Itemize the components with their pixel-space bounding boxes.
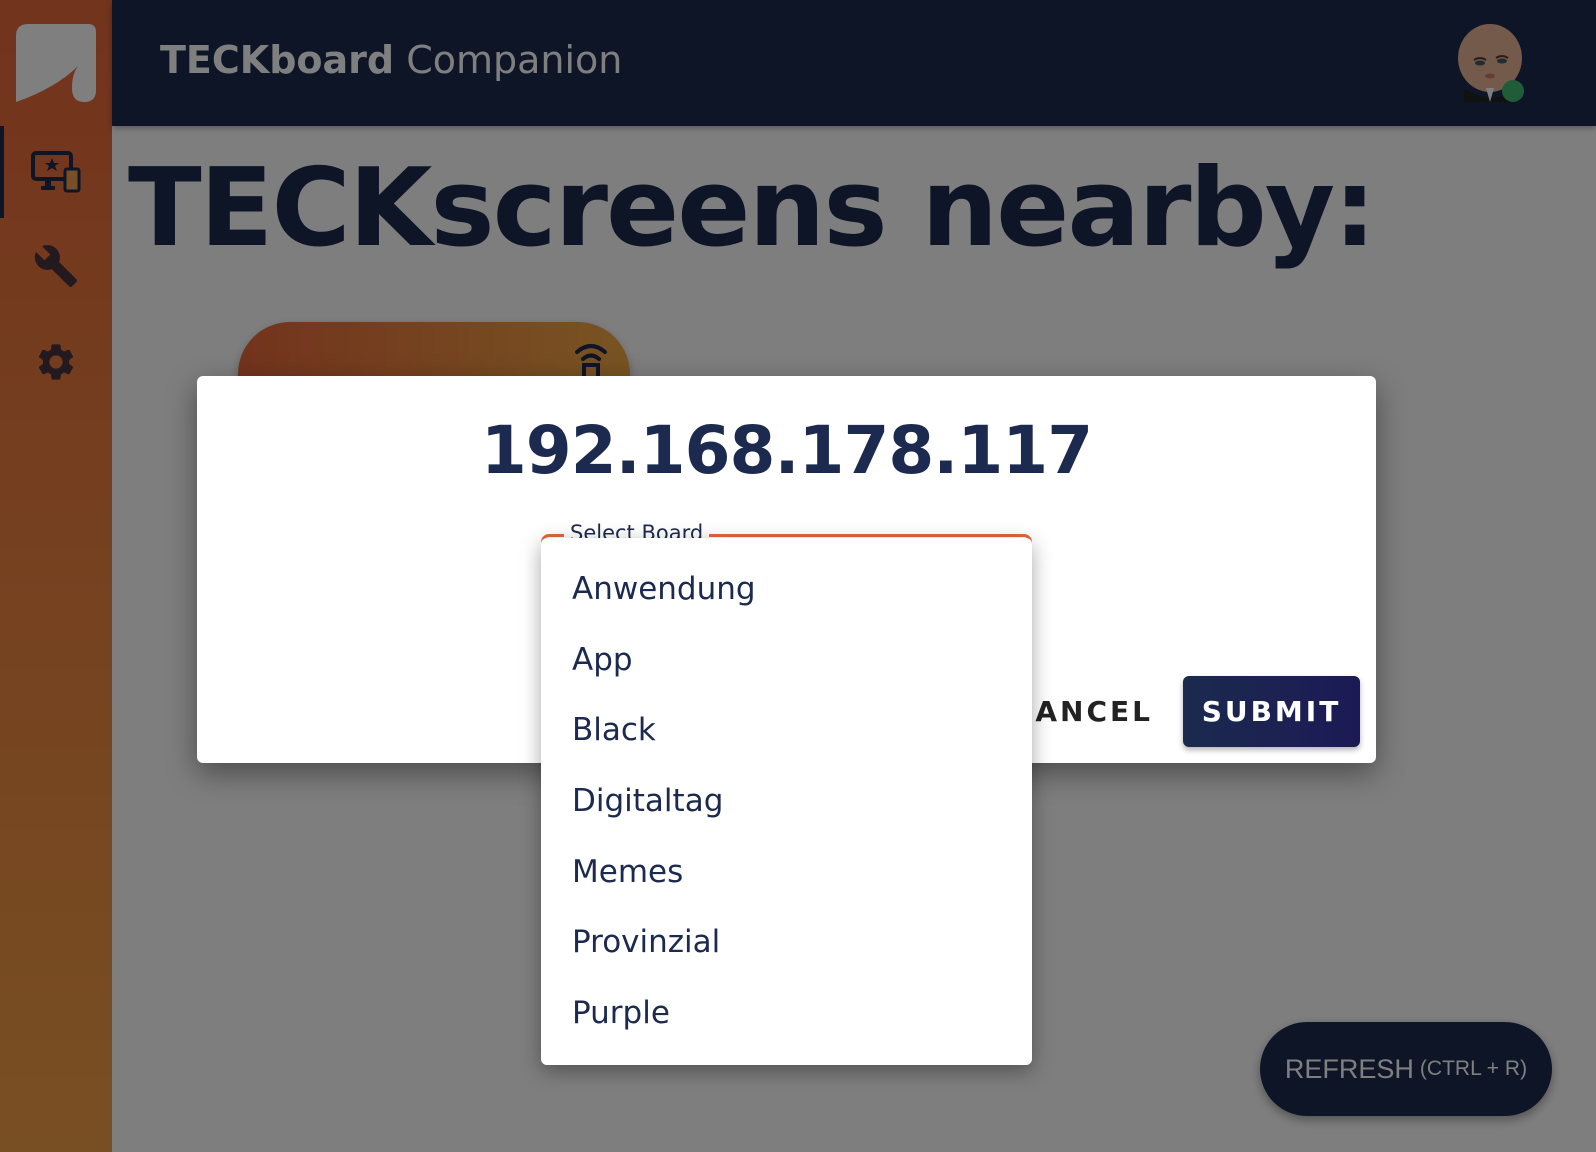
menu-item-anwendung[interactable]: Anwendung — [541, 554, 1032, 625]
menu-item-black[interactable]: Black — [541, 695, 1032, 766]
board-options-menu: Anwendung App Black Digitaltag Memes Pro… — [541, 538, 1032, 1065]
menu-item-app[interactable]: App — [541, 625, 1032, 696]
menu-item-digitaltag[interactable]: Digitaltag — [541, 766, 1032, 837]
dialog-actions: CANCEL SUBMIT — [1012, 676, 1360, 747]
menu-item-purple[interactable]: Purple — [541, 978, 1032, 1049]
menu-item-provinzial[interactable]: Provinzial — [541, 907, 1032, 978]
menu-item-memes[interactable]: Memes — [541, 836, 1032, 907]
dialog-title: 192.168.178.117 — [480, 412, 1093, 489]
submit-button[interactable]: SUBMIT — [1183, 676, 1360, 747]
cancel-button[interactable]: CANCEL — [1012, 695, 1153, 728]
